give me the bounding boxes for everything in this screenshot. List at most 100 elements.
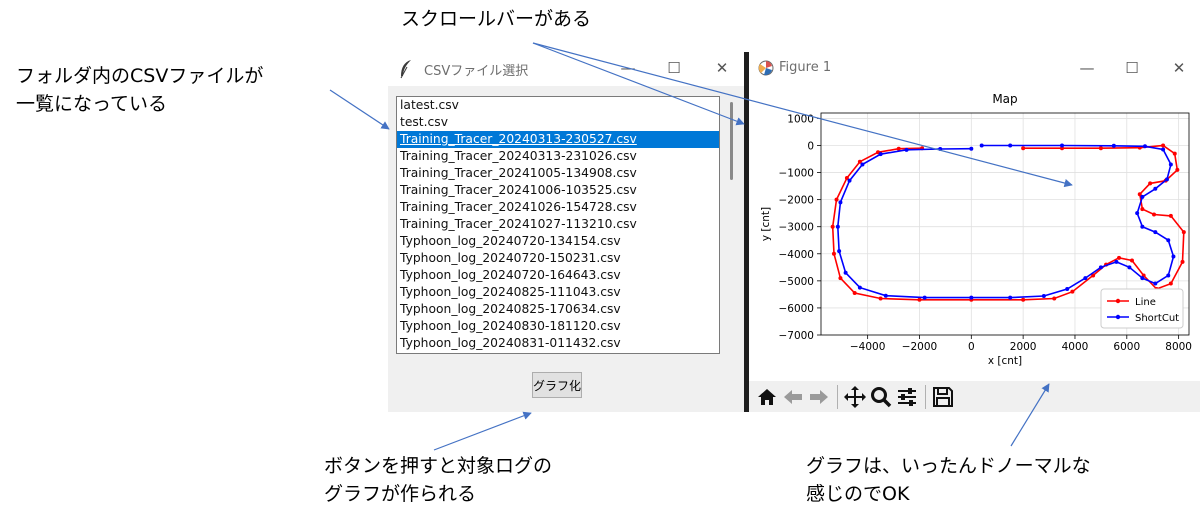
- data-point: [1161, 147, 1166, 152]
- file-list-item[interactable]: Training_Tracer_20241027-113210.csv: [397, 216, 719, 233]
- back-icon[interactable]: [781, 385, 805, 409]
- folder-annotation-line1: フォルダ内のCSVファイルが: [16, 65, 264, 87]
- file-list-item[interactable]: Typhoon_log_20240830-181120.csv: [397, 318, 719, 335]
- listbox-scrollbar[interactable]: [726, 96, 736, 354]
- y-tick-label: −2000: [778, 195, 814, 207]
- file-list-item[interactable]: Typhoon_log_20240720-134154.csv: [397, 233, 719, 250]
- data-point: [1142, 144, 1147, 149]
- zoom-icon[interactable]: [869, 385, 893, 409]
- x-tick-label: 6000: [1113, 341, 1140, 353]
- data-point: [1070, 289, 1075, 294]
- csv-file-listbox[interactable]: latest.csv test.csv Training_Tracer_202403…: [396, 96, 720, 354]
- home-icon[interactable]: [755, 385, 779, 409]
- data-point: [878, 296, 883, 301]
- data-point: [1181, 230, 1186, 235]
- data-point: [1111, 143, 1116, 148]
- figure-window-titlebar[interactable]: Figure 1 — ☐ ✕: [749, 52, 1200, 86]
- csv-window-title: CSVファイル選択: [424, 64, 529, 79]
- file-list-item[interactable]: Training_Tracer_20240313-230527.csv: [397, 131, 719, 148]
- data-point: [1065, 286, 1070, 291]
- data-point: [1114, 259, 1119, 264]
- graph-annotation-line1: グラフは、いったんドノーマルな: [806, 455, 1091, 477]
- series-line-line: [831, 144, 1185, 301]
- data-point: [1172, 151, 1177, 156]
- file-list-item[interactable]: latest.csv: [397, 97, 719, 114]
- data-point: [1175, 167, 1180, 172]
- toolbar-separator: [925, 385, 926, 409]
- data-point: [847, 178, 852, 183]
- pan-icon[interactable]: [843, 385, 867, 409]
- maximize-icon[interactable]: ☐: [1118, 56, 1146, 80]
- toolbar-separator: [837, 385, 838, 409]
- map-plot[interactable]: −4000 −2000 0 2000 4000 6000 800010000−1000−20…: [749, 86, 1200, 381]
- close-icon[interactable]: ✕: [708, 56, 736, 80]
- feather-icon: [400, 60, 411, 79]
- y-tick-label: −3000: [778, 222, 814, 234]
- data-point: [1098, 146, 1103, 151]
- data-point: [938, 147, 943, 152]
- file-list-item[interactable]: Typhoon_log_20240831-011432.csv: [397, 335, 719, 352]
- data-point: [1008, 143, 1013, 148]
- maximize-icon[interactable]: ☐: [660, 56, 688, 80]
- x-axis-label: x [cnt]: [988, 355, 1022, 367]
- y-tick-label: 1000: [787, 113, 814, 125]
- legend-marker: [1115, 298, 1121, 304]
- file-list-item[interactable]: Training_Tracer_20241006-103525.csv: [397, 182, 719, 199]
- y-tick-label: −7000: [778, 330, 814, 342]
- configure-icon[interactable]: [895, 385, 919, 409]
- arrow-folder-to-list: [329, 89, 390, 130]
- close-icon[interactable]: ✕: [1165, 56, 1193, 80]
- graph-button[interactable]: グラフ化: [532, 372, 582, 398]
- data-point: [860, 162, 865, 167]
- file-list-item[interactable]: Training_Tracer_20240313-231026.csv: [397, 148, 719, 165]
- figure-window-title: Figure 1: [779, 60, 832, 75]
- data-point: [1166, 273, 1171, 278]
- data-point: [1148, 181, 1153, 186]
- data-point: [1140, 194, 1145, 199]
- data-point: [852, 291, 857, 296]
- save-icon[interactable]: [931, 385, 955, 409]
- legend-label: Line: [1135, 297, 1156, 308]
- data-point: [857, 285, 862, 290]
- csv-window-titlebar[interactable]: CSVファイル選択 — ☐ ✕: [388, 52, 744, 86]
- file-list-item[interactable]: Typhoon_log_20240720-150231.csv: [397, 250, 719, 267]
- csv-select-window: CSVファイル選択 — ☐ ✕ latest.csv test.csv Traini…: [388, 52, 744, 412]
- file-list-item[interactable]: test.csv: [397, 114, 719, 131]
- data-point: [838, 200, 843, 205]
- file-list-item[interactable]: Typhoon_log_20240720-164643.csv: [397, 267, 719, 284]
- file-list-item[interactable]: Typhoon_log_20240825-111043.csv: [397, 284, 719, 301]
- x-tick-label: 2000: [1010, 341, 1037, 353]
- y-tick-label: −6000: [778, 303, 814, 315]
- data-point: [1140, 224, 1145, 229]
- y-axis-label: y [cnt]: [760, 207, 772, 241]
- x-tick-label: 0: [968, 341, 975, 353]
- y-tick-label: −5000: [778, 276, 814, 288]
- forward-icon[interactable]: [807, 385, 831, 409]
- data-point: [883, 293, 888, 298]
- data-point: [1152, 212, 1157, 217]
- y-tick-label: −1000: [778, 168, 814, 180]
- file-list-item[interactable]: Typhoon_log_20240825-170634.csv: [397, 301, 719, 318]
- legend-label: ShortCut: [1135, 313, 1179, 324]
- scrollbar-thumb[interactable]: [730, 102, 733, 180]
- data-point: [979, 143, 984, 148]
- data-point: [1041, 294, 1046, 299]
- data-point: [1117, 255, 1122, 260]
- file-list-item[interactable]: Training_Tracer_20241026-154728.csv: [397, 199, 719, 216]
- minimize-icon[interactable]: —: [614, 56, 642, 80]
- data-point: [838, 276, 843, 281]
- data-point: [1052, 296, 1057, 301]
- button-annotation-line2: グラフが作られる: [324, 483, 477, 505]
- data-point: [1164, 177, 1169, 182]
- data-point: [1008, 295, 1013, 300]
- data-point: [1140, 207, 1145, 212]
- data-point: [830, 224, 835, 229]
- data-point: [917, 297, 922, 302]
- file-list-item[interactable]: Training_Tracer_20241005-134908.csv: [397, 165, 719, 182]
- data-point: [878, 152, 883, 157]
- data-point: [1168, 213, 1173, 218]
- data-point: [831, 251, 836, 256]
- minimize-icon[interactable]: —: [1073, 56, 1101, 80]
- legend-marker: [1115, 314, 1121, 320]
- matplotlib-icon: [758, 60, 774, 76]
